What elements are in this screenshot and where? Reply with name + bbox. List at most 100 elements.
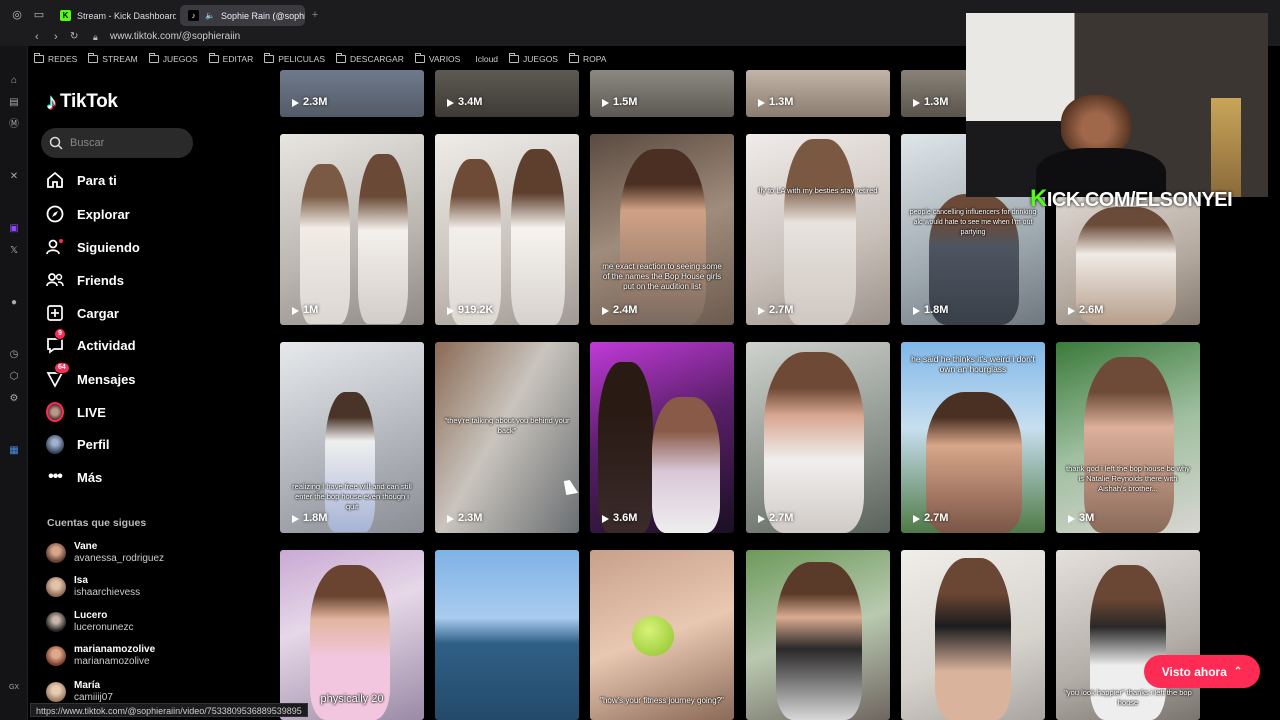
- browser-sidebar: ◯ ⌂ ▤ Ⓜ ✕ ▣ 𝕏 ● ◷ ⬡ ⚙ ▦ GX: [0, 0, 28, 720]
- shield-icon[interactable]: ⌂: [8, 75, 20, 87]
- forward-button[interactable]: ›: [54, 30, 58, 44]
- reload-button[interactable]: ↻: [70, 30, 78, 44]
- live-icon: [46, 402, 64, 422]
- bookmark-stream[interactable]: STREAM: [88, 50, 138, 68]
- view-count: 1.8M: [913, 304, 948, 316]
- gallery-icon[interactable]: ▤: [8, 97, 20, 109]
- bookmark-peliculas[interactable]: PELICULAS: [264, 50, 325, 68]
- visto-ahora-button[interactable]: Visto ahora ⌃: [1144, 655, 1260, 688]
- search-box[interactable]: [41, 128, 193, 158]
- nav-mensajes[interactable]: 64 Mensajes: [46, 362, 136, 388]
- bookmark-ropa[interactable]: ROPA: [568, 50, 606, 68]
- nav-para-ti[interactable]: Para ti: [46, 171, 117, 189]
- video-thumbnail[interactable]: physically 20: [280, 550, 424, 720]
- bookmark-descargar[interactable]: DESCARGAR: [336, 50, 404, 68]
- tab-kick-dashboard[interactable]: K Stream - Kick Dashboard: [52, 5, 176, 26]
- tiktok-wordmark: TikTok: [60, 91, 118, 112]
- nav-cargar[interactable]: Cargar: [46, 304, 119, 322]
- view-count: 1.5M: [602, 96, 637, 108]
- bookmark-juegos-2[interactable]: JUEGOS: [509, 50, 558, 68]
- video-thumbnail[interactable]: realizing I have free will and can still…: [280, 342, 424, 533]
- following-account[interactable]: Vane avanessa_rodriguez: [46, 541, 164, 565]
- account-handle: marianamozolive: [74, 656, 150, 667]
- streamer-face: [1061, 95, 1131, 155]
- following-account[interactable]: Isa ishaarchievess: [46, 575, 140, 599]
- view-count: 1.3M: [913, 96, 948, 108]
- back-button[interactable]: ‹: [35, 30, 39, 44]
- video-thumbnail[interactable]: [901, 550, 1045, 720]
- nav-friends[interactable]: Friends: [46, 271, 124, 289]
- m-app-icon[interactable]: Ⓜ: [8, 119, 20, 131]
- twitch-icon[interactable]: ▣: [8, 223, 20, 235]
- bookmark-label: EDITAR: [222, 54, 254, 64]
- box-icon[interactable]: ⬡: [8, 371, 20, 383]
- video-thumbnail[interactable]: 1M: [280, 134, 424, 325]
- video-thumbnail[interactable]: 1.5M: [590, 70, 734, 117]
- tab-tiktok-profile[interactable]: ♪ 🔈 Sophie Rain (@sophie: [180, 5, 305, 26]
- nav-live[interactable]: LIVE: [46, 402, 106, 422]
- video-thumbnail[interactable]: he said he thinks it's weird i don't own…: [901, 342, 1045, 533]
- video-caption: me exact reaction to seeing some of the …: [602, 262, 722, 291]
- nav-label: Mensajes: [77, 371, 136, 387]
- video-thumbnail[interactable]: [746, 550, 890, 720]
- nav-label: LIVE: [77, 404, 106, 420]
- more-icon: •••: [48, 468, 63, 485]
- circle-icon[interactable]: ●: [8, 297, 20, 309]
- video-caption: realizing I have free will and can still…: [292, 482, 412, 511]
- nav-label: Para ti: [77, 172, 117, 188]
- video-thumbnail[interactable]: "they're talking about you behind your b…: [435, 342, 579, 533]
- video-thumbnail[interactable]: [435, 550, 579, 720]
- nav-siguiendo[interactable]: Siguiendo: [46, 238, 140, 256]
- bookmark-juegos[interactable]: JUEGOS: [148, 50, 198, 68]
- search-icon: [49, 136, 63, 150]
- gx-icon[interactable]: GX: [8, 682, 20, 694]
- upload-icon: [46, 304, 64, 322]
- video-thumbnail[interactable]: thank god i left the bop house bc why is…: [1056, 342, 1200, 533]
- video-thumbnail[interactable]: 919.2K: [435, 134, 579, 325]
- kick-app-icon[interactable]: ✕: [8, 171, 20, 183]
- x-icon[interactable]: 𝕏: [8, 245, 20, 257]
- following-account[interactable]: marianamozolive marianamozolive: [46, 644, 155, 668]
- video-thumbnail[interactable]: 2.6M: [1056, 197, 1200, 325]
- tab-island-icon[interactable]: ▭: [33, 9, 45, 21]
- view-count: 2.7M: [758, 304, 793, 316]
- video-thumbnail[interactable]: 3.4M: [435, 70, 579, 117]
- nav-explorar[interactable]: Explorar: [46, 205, 130, 223]
- search-input[interactable]: [70, 137, 180, 149]
- bookmark-icloud[interactable]: Icloud: [471, 50, 498, 68]
- video-caption: "how's your fitness journey going?": [600, 696, 724, 705]
- following-account[interactable]: María camiiij07: [46, 680, 113, 704]
- following-account[interactable]: Lucero luceronunezc: [46, 610, 133, 634]
- play-icon: [913, 306, 920, 315]
- nav-label: Perfil: [77, 436, 110, 452]
- tiktok-note-icon: ♪: [46, 89, 57, 114]
- nav-actividad[interactable]: 9 Actividad: [46, 328, 136, 354]
- nav-label: Más: [77, 469, 103, 485]
- video-thumbnail[interactable]: "how's your fitness journey going?": [590, 550, 734, 720]
- browser-menu-icon[interactable]: ◎: [11, 9, 23, 21]
- bookmark-varios[interactable]: VARIOS: [414, 50, 460, 68]
- new-tab-button[interactable]: +: [309, 9, 321, 21]
- video-thumbnail[interactable]: "you look happier" thanks i left the bop…: [1056, 550, 1200, 720]
- clock-icon[interactable]: ◷: [8, 349, 20, 361]
- bookmark-editar[interactable]: EDITAR: [208, 50, 254, 68]
- nav-mas[interactable]: ••• Más: [46, 468, 102, 486]
- video-thumbnail[interactable]: fly to LA with my besties stay retired 2…: [746, 134, 890, 325]
- video-thumbnail[interactable]: 1.3M: [746, 70, 890, 117]
- url-field[interactable]: www.tiktok.com/@sophieraiin: [110, 31, 240, 42]
- video-thumbnail[interactable]: 2.3M: [280, 70, 424, 117]
- view-count: 2.3M: [292, 96, 327, 108]
- view-count: 2.6M: [1068, 304, 1103, 316]
- friends-icon: [46, 271, 64, 289]
- video-thumbnail[interactable]: 3.6M: [590, 342, 734, 533]
- video-thumbnail[interactable]: me exact reaction to seeing some of the …: [590, 134, 734, 325]
- folder-icon: [264, 53, 275, 63]
- tiktok-logo[interactable]: ♪ TikTok: [46, 89, 118, 115]
- app-icon[interactable]: ▦: [8, 445, 20, 457]
- video-thumbnail[interactable]: 2.7M: [746, 342, 890, 533]
- settings-icon[interactable]: ⚙: [8, 393, 20, 405]
- account-name: Vane: [74, 541, 98, 552]
- bookmark-redes[interactable]: REDES: [34, 50, 77, 68]
- nav-label: Explorar: [77, 206, 130, 222]
- nav-perfil[interactable]: Perfil: [46, 434, 110, 454]
